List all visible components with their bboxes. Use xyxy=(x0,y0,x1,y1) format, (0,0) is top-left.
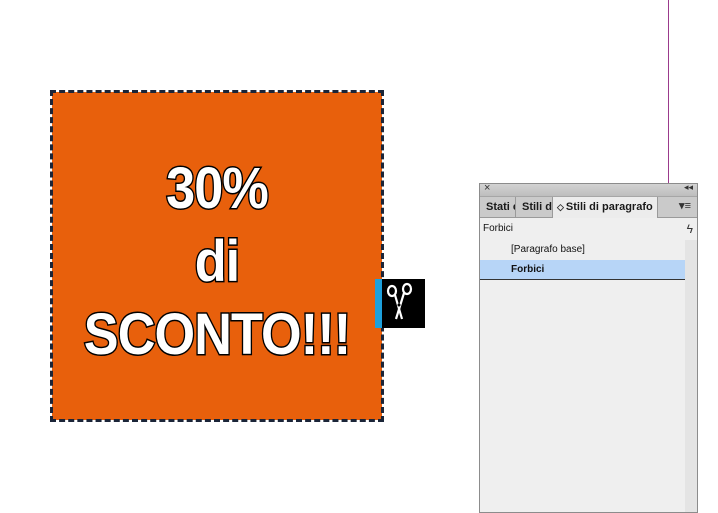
style-label-forbici: Forbici xyxy=(511,264,545,275)
collapse-icon[interactable]: ◂◂ xyxy=(684,182,693,193)
coupon-line-sconto: SCONTO!!! xyxy=(82,301,352,369)
panel-titlebar: × ◂◂ xyxy=(480,182,697,197)
paragraph-styles-panel: × ◂◂ Stati oggetto Stili di carattere ◇S… xyxy=(479,182,698,513)
tab-arrows-icon: ◇ xyxy=(557,202,564,212)
tab-paragraph-styles[interactable]: ◇ Stili di paragrafo xyxy=(553,197,658,218)
quick-apply-icon[interactable]: ϟ xyxy=(687,218,693,240)
guide-line xyxy=(668,0,669,185)
list-item[interactable]: Forbici xyxy=(480,260,685,280)
coupon-line-di: di xyxy=(193,228,241,296)
tab-character-styles[interactable]: Stili di carattere xyxy=(516,197,553,217)
coupon-text-frame[interactable]: 30% di SCONTO!!! xyxy=(50,90,384,422)
tab-object-states[interactable]: Stati oggetto xyxy=(480,197,516,217)
panel-tabs: Stati oggetto Stili di carattere ◇Stili … xyxy=(480,197,697,218)
style-label-paragrafo-base: [Paragrafo base] xyxy=(511,244,585,255)
list-item[interactable]: [Paragrafo base] xyxy=(480,240,685,260)
coupon-line-percent: 30% xyxy=(165,155,270,223)
current-style-row: Forbici ϟ xyxy=(480,218,697,241)
current-style-label: Forbici xyxy=(483,223,514,234)
tab-paragraph-styles-label: Stili di paragrafo xyxy=(565,201,653,213)
scrollbar[interactable] xyxy=(685,240,697,512)
styles-list: [Paragrafo base] Forbici xyxy=(480,240,686,512)
scissors-icon[interactable] xyxy=(382,279,425,328)
coupon-text: 30% di SCONTO!!! xyxy=(67,152,368,371)
close-icon[interactable]: × xyxy=(484,182,490,194)
selection-handle[interactable] xyxy=(375,279,382,328)
panel-menu-icon[interactable]: ▾≡ xyxy=(679,199,691,212)
